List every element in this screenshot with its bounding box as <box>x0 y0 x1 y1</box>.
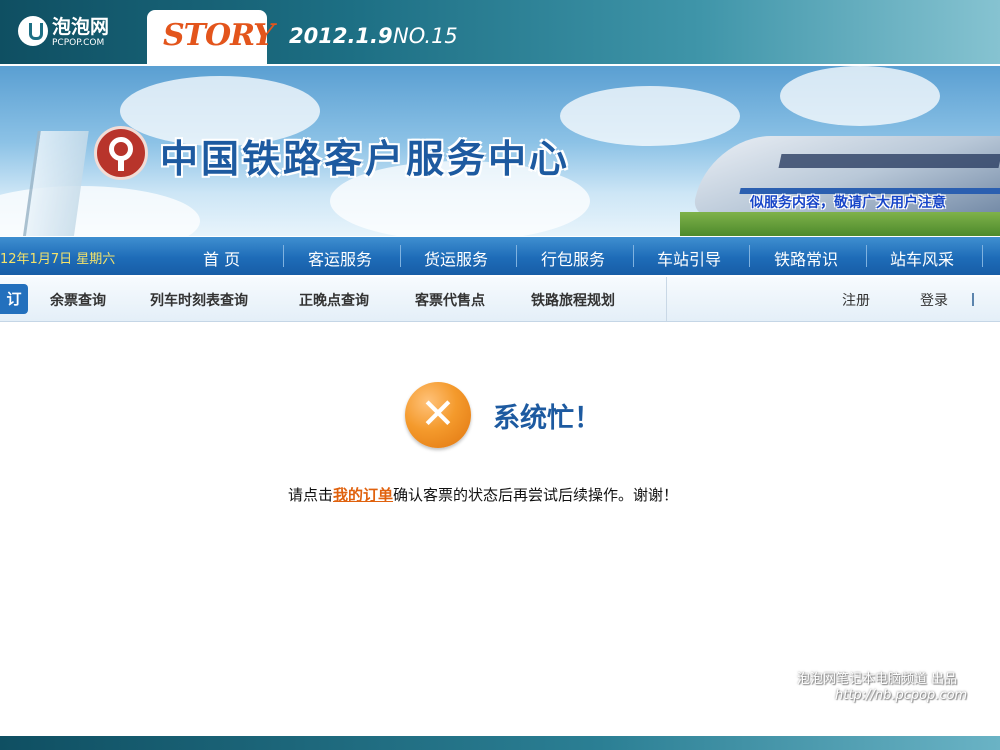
site-banner: 中国铁路客户服务中心 似服务内容，敬请广大用户注意 <box>0 66 1000 236</box>
nav-station-gallery[interactable]: 站车风采 <box>890 246 954 270</box>
pcpop-logo: 泡泡网 PCPOP.COM <box>18 10 128 54</box>
pcpop-logo-icon <box>18 16 48 46</box>
subnav-remaining-tickets[interactable]: 余票查询 <box>50 290 106 310</box>
subnav-divider <box>666 277 667 321</box>
nav-divider <box>982 245 983 267</box>
nav-station-guide[interactable]: 车站引导 <box>657 246 721 270</box>
error-x-icon: ✕ <box>405 382 471 448</box>
issue-number: NO.15 <box>393 24 458 48</box>
pcpop-site-name: 泡泡网 <box>52 16 110 38</box>
error-x-glyph: ✕ <box>420 389 456 438</box>
nav-divider <box>283 245 284 267</box>
subnav-timetable[interactable]: 列车时刻表查询 <box>150 290 248 310</box>
story-column-tab: STORY <box>147 10 275 64</box>
main-navigation: 12年1月7日 星期六 首 页 客运服务 货运服务 行包服务 车站引导 铁路常识… <box>0 237 1000 275</box>
sub-navigation: 订 余票查询 列车时刻表查询 正晚点查询 客票代售点 铁路旅程规划 注册 登录 <box>0 277 1000 322</box>
error-title: 系统忙！ <box>493 403 601 434</box>
issue-date: 2012.1.9 <box>289 24 393 48</box>
subnav-ticket-agents[interactable]: 客票代售点 <box>415 290 485 310</box>
nav-railway-knowledge[interactable]: 铁路常识 <box>774 246 838 270</box>
railway-logo-stem <box>118 157 124 171</box>
my-orders-link[interactable]: 我的订单 <box>333 486 393 504</box>
watermark-credit: 泡泡网笔记本电脑频道 出品 <box>797 672 958 687</box>
error-text-after: 确认客票的状态后再尝试后续操作。谢谢！ <box>393 486 679 504</box>
banner-cloud <box>780 66 940 126</box>
nav-freight-service[interactable]: 货运服务 <box>424 246 488 270</box>
magazine-header: 泡泡网 PCPOP.COM STORY 2012.1.9 NO.15 <box>0 0 1000 64</box>
auth-divider <box>972 293 974 306</box>
error-message: 请点击我的订单确认客票的状态后再尝试后续操作。谢谢！ <box>288 484 678 505</box>
subnav-train-delay[interactable]: 正晚点查询 <box>299 290 369 310</box>
china-railway-logo-icon <box>94 126 148 180</box>
pcpop-site-url: PCPOP.COM <box>52 38 105 48</box>
story-logo: STORY <box>163 18 275 53</box>
nav-divider <box>516 245 517 267</box>
nav-divider <box>400 245 401 267</box>
error-text-before: 请点击 <box>288 486 334 504</box>
site-title: 中国铁路客户服务中心 <box>160 137 571 181</box>
login-link[interactable]: 登录 <box>920 290 948 310</box>
nav-divider <box>749 245 750 267</box>
banner-notice: 似服务内容，敬请广大用户注意 <box>750 195 946 211</box>
nav-divider <box>633 245 634 267</box>
nav-parcel-service[interactable]: 行包服务 <box>541 246 605 270</box>
banner-grass <box>680 212 1000 236</box>
register-link[interactable]: 注册 <box>842 290 870 310</box>
nav-divider <box>866 245 867 267</box>
subnav-active-tab[interactable]: 订 <box>0 284 28 314</box>
nav-home[interactable]: 首 页 <box>203 246 240 270</box>
train-window-strip <box>778 154 1000 168</box>
nav-passenger-service[interactable]: 客运服务 <box>308 246 372 270</box>
magazine-footer-bar <box>0 736 1000 750</box>
banner-cloud <box>560 86 740 146</box>
current-date: 12年1月7日 星期六 <box>0 252 116 267</box>
watermark-url: http://nb.pcpop.com <box>835 688 968 703</box>
subnav-trip-planner[interactable]: 铁路旅程规划 <box>531 290 615 310</box>
